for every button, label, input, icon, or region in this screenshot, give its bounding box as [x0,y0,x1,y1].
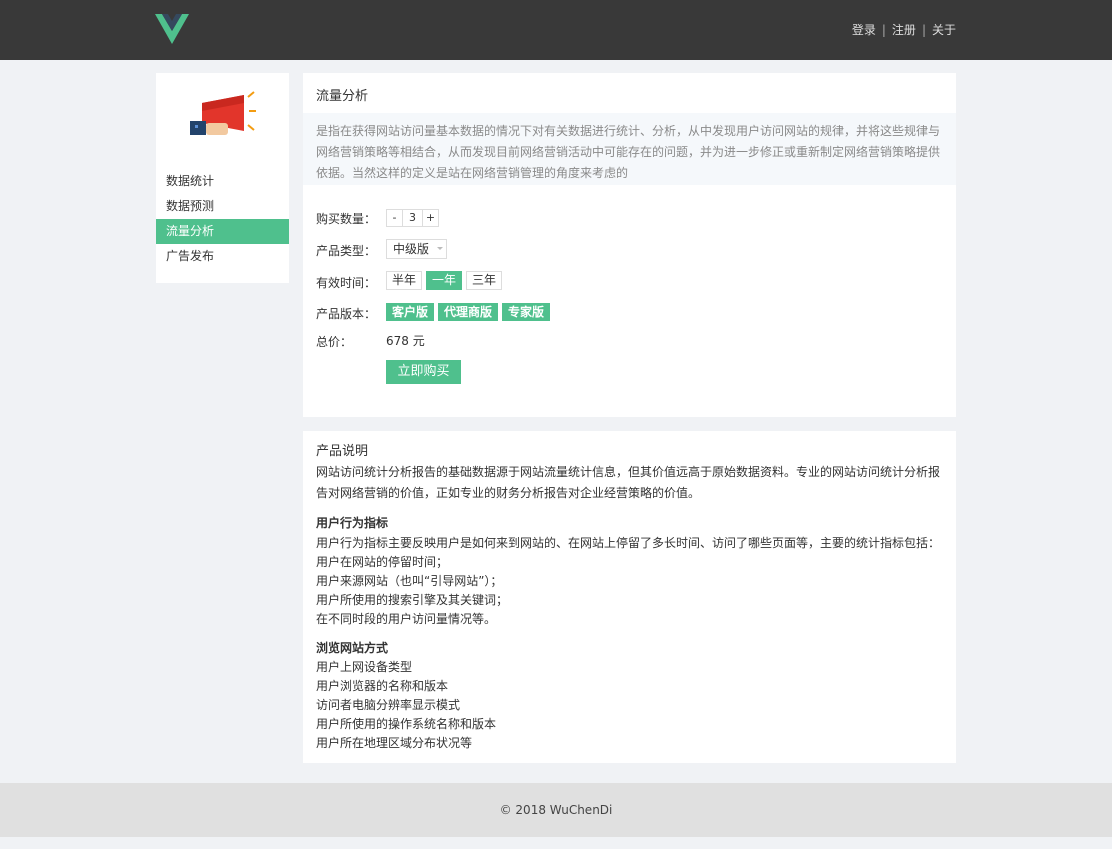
product-version-label: 产品版本： [316,307,377,321]
description-box: 是指在获得网站访问量基本数据的情况下对有关数据进行统计、分析，从中发现用户访问网… [303,113,956,185]
quantity-increment-button[interactable]: + [422,209,439,227]
nav-separator: | [921,22,926,37]
user-behavior-list: 用户行为指标主要反映用户是如何来到网站的、在网站上停留了多长时间、访问了哪些页面… [316,534,946,629]
quantity-stepper: - 3 + [386,209,439,227]
total-price-label: 总价： [316,335,353,349]
megaphone-icon [190,91,256,135]
valid-time-label: 有效时间： [316,276,377,290]
sidebar-item-traffic-analysis[interactable]: 流量分析 [156,219,289,244]
sidebar-item-ad-publish[interactable]: 广告发布 [156,244,289,269]
copyright-text: © 2018 WuChenDi [499,803,613,817]
footer: © 2018 WuChenDi [0,783,1112,837]
sidebar-item-data-stats[interactable]: 数据统计 [156,169,289,194]
time-option-one-year[interactable]: 一年 [426,271,463,290]
login-link[interactable]: 登录 [852,21,876,38]
top-nav: 登录 | 注册 | 关于 [852,21,956,38]
product-version-options: 客户版 代理商版 专家版 [386,303,554,321]
about-link[interactable]: 关于 [932,21,956,38]
browsing-method-list: 用户上网设备类型 用户浏览器的名称和版本 访问者电脑分辨率显示模式 用户所使用的… [316,658,946,753]
product-type-value: 中级版 [393,242,430,256]
sidebar-menu: 数据统计 数据预测 流量分析 广告发布 [156,169,289,269]
list-item: 在不同时段的用户访问量情况等。 [316,612,497,626]
total-price-value: 678 元 [386,334,425,348]
time-option-half-year[interactable]: 半年 [386,271,423,290]
purchase-panel: 流量分析 是指在获得网站访问量基本数据的情况下对有关数据进行统计、分析，从中发现… [303,73,956,417]
product-info-panel: 产品说明 网站访问统计分析报告的基础数据源于网站流量统计信息，但其价值远高于原始… [303,431,956,763]
quantity-label: 购买数量： [316,212,377,226]
sidebar-item-data-forecast[interactable]: 数据预测 [156,194,289,219]
sidebar: 数据统计 数据预测 流量分析 广告发布 [156,73,289,283]
list-item: 用户所使用的操作系统名称和版本 [316,717,497,731]
buy-now-button[interactable]: 立即购买 [386,360,461,384]
product-type-label: 产品类型： [316,244,377,258]
chevron-down-icon [437,247,443,250]
list-item: 用户在网站的停留时间； [316,555,449,569]
page-title: 流量分析 [316,89,369,104]
list-item: 用户浏览器的名称和版本 [316,679,449,693]
info-intro: 网站访问统计分析报告的基础数据源于网站流量统计信息，但其价值远高于原始数据资料。… [316,465,941,500]
list-item: 用户来源网站（也叫“引导网站”）； [316,574,503,588]
list-item: 用户所使用的搜索引擎及其关键词； [316,593,509,607]
time-option-three-years[interactable]: 三年 [466,271,503,290]
version-option-client[interactable]: 客户版 [386,303,435,321]
product-type-select[interactable]: 中级版 [386,239,447,259]
vue-logo-icon[interactable] [155,14,189,44]
list-item: 用户所在地理区域分布状况等 [316,736,473,750]
valid-time-options: 半年 一年 三年 [386,271,506,290]
quantity-input[interactable]: 3 [403,209,422,227]
top-header: 登录 | 注册 | 关于 [0,0,1112,60]
info-title: 产品说明 [316,444,369,459]
register-link[interactable]: 注册 [892,21,916,38]
list-item: 用户上网设备类型 [316,660,413,674]
version-option-expert[interactable]: 专家版 [502,303,551,321]
section-heading-browsing-method: 浏览网站方式 [316,641,389,655]
nav-separator: | [881,22,886,37]
section-heading-user-behavior: 用户行为指标 [316,516,389,530]
list-item: 用户行为指标主要反映用户是如何来到网站的、在网站上停留了多长时间、访问了哪些页面… [316,536,941,550]
list-item: 访问者电脑分辨率显示模式 [316,698,461,712]
quantity-decrement-button[interactable]: - [386,209,403,227]
version-option-agent[interactable]: 代理商版 [438,303,499,321]
